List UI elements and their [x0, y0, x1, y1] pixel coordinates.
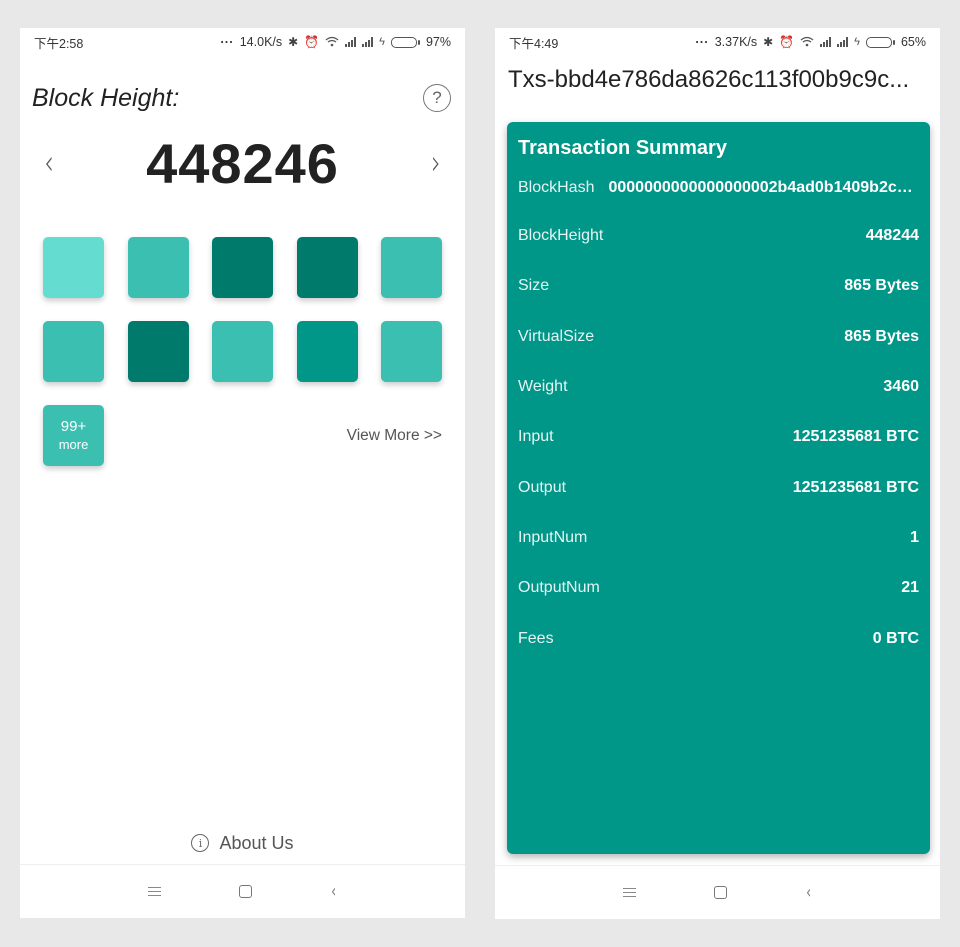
signal-icon [820, 37, 832, 47]
field-label: InputNum [518, 528, 588, 546]
field-label: Input [518, 428, 554, 446]
summary-row-input: Input 1251235681 BTC [518, 412, 919, 462]
network-speed: 3.37K/s [714, 35, 758, 49]
more-notifications-icon: ... [695, 32, 709, 46]
charging-icon: ϟ [379, 36, 385, 48]
summary-row-size: Size 865 Bytes [518, 261, 919, 311]
field-label: Output [518, 478, 567, 496]
summary-row-inputnum: InputNum 1 [518, 513, 919, 563]
bluetooth-icon: ✱ [288, 35, 299, 49]
transaction-title: Txs-bbd4e786da8626c113f00b9c9c... [508, 66, 910, 93]
signal-icon [837, 37, 849, 47]
field-value: 0000000000000000002b4ad0b1409b2cc0... [608, 179, 919, 196]
more-transactions-tile[interactable]: 99+ more [43, 405, 104, 466]
summary-row-weight: Weight 3460 [518, 362, 919, 412]
system-navbar: ‹ [20, 864, 465, 918]
more-notifications-icon: ... [220, 32, 234, 46]
transaction-tile[interactable] [212, 237, 273, 298]
question-icon: ? [432, 88, 442, 107]
menu-icon[interactable] [622, 887, 636, 898]
battery-icon [390, 36, 420, 48]
alarm-icon: ⏰ [304, 35, 320, 49]
summary-row-outputnum: OutputNum 21 [518, 563, 919, 613]
charging-icon: ϟ [854, 36, 860, 48]
field-label: OutputNum [518, 579, 600, 597]
transaction-tile[interactable] [127, 321, 189, 382]
field-label: Size [518, 277, 550, 295]
block-height-value: 448246 [146, 131, 339, 195]
field-value: 448244 [865, 227, 919, 245]
field-value: 1 [910, 528, 919, 546]
more-label: more [58, 436, 89, 452]
field-value: 1251235681 BTC [792, 478, 919, 496]
transaction-tile[interactable] [43, 237, 104, 298]
summary-row-blockheight: BlockHeight 448244 [518, 211, 919, 261]
status-time: 下午2:58 [34, 36, 84, 51]
field-label: BlockHeight [518, 227, 604, 245]
about-us-label: About Us [219, 832, 294, 853]
home-icon[interactable] [713, 886, 727, 899]
back-icon[interactable]: ‹ [806, 882, 811, 903]
battery-percent: 97% [425, 35, 451, 49]
view-more-link[interactable]: View More >> [347, 427, 442, 445]
battery-percent: 65% [900, 35, 926, 49]
card-title: Transaction Summary [518, 137, 727, 159]
field-value: 0 BTC [872, 629, 919, 647]
status-bar: 下午2:58 ... 14.0K/s ✱ ⏰ ϟ 97% [20, 28, 465, 56]
next-block-button[interactable]: › [426, 143, 447, 183]
wifi-icon [800, 36, 814, 49]
field-value: 3460 [883, 378, 919, 396]
page-title: Block Height: [32, 83, 180, 112]
home-icon[interactable] [238, 885, 252, 898]
signal-icon [362, 37, 374, 47]
field-value: 865 Bytes [844, 327, 919, 345]
field-label: Weight [518, 378, 568, 396]
transaction-tile[interactable] [381, 237, 442, 298]
status-time: 下午4:49 [509, 36, 559, 51]
transaction-tile[interactable] [127, 237, 189, 298]
info-icon: i [191, 834, 210, 852]
battery-icon [865, 36, 895, 48]
field-label: VirtualSize [518, 327, 595, 345]
alarm-icon: ⏰ [779, 35, 795, 49]
transaction-grid [43, 237, 442, 382]
wifi-icon [325, 36, 339, 49]
help-button[interactable]: ? [423, 84, 451, 112]
field-value: 865 Bytes [844, 277, 919, 295]
system-navbar: ‹ [495, 865, 940, 919]
field-value: 21 [901, 579, 919, 597]
back-icon[interactable]: ‹ [331, 881, 336, 902]
transaction-tile[interactable] [43, 321, 104, 382]
block-height-screen: 下午2:58 ... 14.0K/s ✱ ⏰ ϟ 97% Block Heigh… [20, 28, 465, 918]
transaction-tile[interactable] [296, 321, 358, 382]
menu-icon[interactable] [147, 886, 161, 897]
transaction-summary-card: Transaction Summary BlockHash 00000000000… [507, 122, 930, 854]
field-value: 1251235681 BTC [792, 428, 919, 446]
transaction-tile[interactable] [381, 321, 442, 382]
summary-row-blockhash: BlockHash 0000000000000000002b4ad0b1409b2… [518, 165, 919, 211]
more-count: 99+ [60, 418, 87, 436]
status-bar: 下午4:49 ... 3.37K/s ✱ ⏰ ϟ 65% [495, 28, 940, 56]
bluetooth-icon: ✱ [763, 35, 774, 49]
field-label: Fees [518, 629, 554, 647]
previous-block-button[interactable]: ‹ [39, 143, 60, 183]
summary-row-output: Output 1251235681 BTC [518, 462, 919, 512]
about-us-link[interactable]: i About Us [20, 828, 465, 858]
transaction-tile[interactable] [296, 237, 358, 298]
transaction-detail-screen: 下午4:49 ... 3.37K/s ✱ ⏰ ϟ 65% Txs-bbd4e78… [495, 28, 940, 919]
field-label: BlockHash [518, 179, 595, 196]
transaction-tile[interactable] [212, 321, 273, 382]
network-speed: 14.0K/s [239, 35, 283, 49]
signal-icon [345, 37, 357, 47]
summary-row-fees: Fees 0 BTC [518, 613, 919, 663]
summary-row-virtualsize: VirtualSize 865 Bytes [518, 312, 919, 362]
